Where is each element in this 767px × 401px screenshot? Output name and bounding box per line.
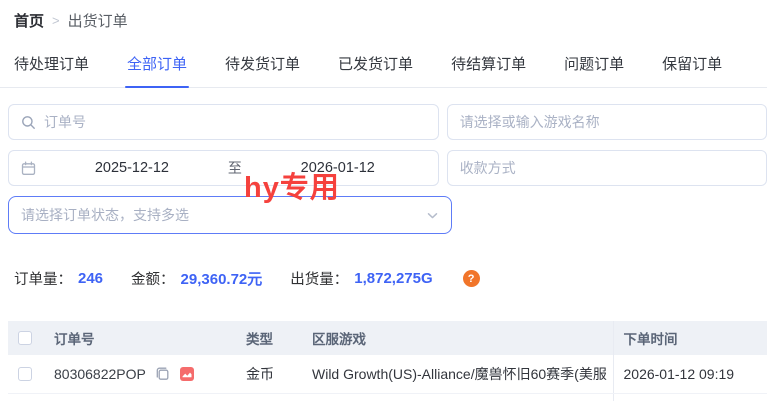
copy-icon[interactable] (155, 366, 170, 381)
tab-to-settle[interactable]: 待结算订单 (451, 53, 526, 87)
game-server-value: Wild Growth(US)-Alliance/魔兽怀旧60赛季(美服 (302, 393, 613, 401)
order-no-input[interactable] (44, 114, 426, 130)
date-start-value[interactable]: 2025-12-12 (44, 160, 220, 176)
order-type-value: 金币 (236, 355, 302, 393)
breadcrumb-home[interactable]: 首页 (14, 10, 44, 31)
order-time-value: 2026-01-12 09:19 (613, 355, 767, 393)
game-name-input[interactable] (460, 114, 754, 130)
order-tabs: 待处理订单 全部订单 待发货订单 已发货订单 待结算订单 问题订单 保留订单 (0, 31, 767, 88)
order-status-select[interactable]: 请选择订单状态，支持多选 (8, 196, 452, 234)
help-question-icon[interactable]: ? (463, 270, 480, 287)
stat-order-count-value: 246 (78, 270, 103, 287)
stat-amount-label: 金额： (131, 268, 175, 289)
search-icon (21, 115, 36, 130)
select-all-checkbox[interactable] (18, 331, 32, 345)
order-no-value: 80306822POP (54, 366, 146, 382)
summary-stats: 订单量： 246 金额： 29,360.72元 出货量： 1,872,275G … (14, 268, 767, 289)
stat-order-count-label: 订单量： (14, 268, 72, 289)
stat-amount: 金额： 29,360.72元 (131, 268, 262, 289)
date-range-separator: 至 (220, 158, 250, 178)
orders-table: 订单号 类型 区服游戏 下单时间 80306822POP (8, 321, 767, 401)
stat-volume: 出货量： 1,872,275G (290, 268, 432, 289)
col-header-order-no: 订单号 (44, 321, 236, 355)
filter-panel: 2025-12-12 至 2026-01-12 请选择订单状态，支持多选 (8, 104, 767, 234)
payment-method-input[interactable] (460, 160, 754, 176)
order-status-placeholder: 请选择订单状态，支持多选 (21, 205, 189, 225)
order-no-field (8, 104, 439, 140)
table-header-row: 订单号 类型 区服游戏 下单时间 (8, 321, 767, 355)
calendar-icon (21, 161, 36, 176)
tab-problem[interactable]: 问题订单 (564, 53, 624, 87)
breadcrumb: 首页 > 出货订单 (0, 0, 767, 31)
order-type-value: 金币 (236, 393, 302, 401)
breadcrumb-separator-icon: > (52, 13, 60, 28)
tab-shipped[interactable]: 已发货订单 (338, 53, 413, 87)
red-screenshot-icon[interactable] (179, 366, 195, 382)
col-header-game: 区服游戏 (302, 321, 613, 355)
date-range-picker[interactable]: 2025-12-12 至 2026-01-12 (8, 150, 439, 186)
stat-amount-value: 29,360.72元 (181, 268, 263, 289)
game-server-value: Wild Growth(US)-Alliance/魔兽怀旧60赛季(美服 (302, 355, 613, 393)
tab-to-ship[interactable]: 待发货订单 (225, 53, 300, 87)
date-end-value[interactable]: 2026-01-12 (250, 160, 426, 176)
game-name-field (447, 104, 767, 140)
orders-page: 首页 > 出货订单 待处理订单 全部订单 待发货订单 已发货订单 待结算订单 问… (0, 0, 767, 401)
stat-volume-label: 出货量： (290, 268, 348, 289)
col-header-type: 类型 (236, 321, 302, 355)
payment-method-field (447, 150, 767, 186)
tab-pending[interactable]: 待处理订单 (14, 53, 89, 87)
tab-reserved[interactable]: 保留订单 (662, 53, 722, 87)
table-row: 80306199POP 金币 Wild Growth(US)-Alliance/… (8, 393, 767, 401)
breadcrumb-current: 出货订单 (68, 10, 128, 31)
stat-order-count: 订单量： 246 (14, 268, 103, 289)
chevron-down-icon (426, 209, 439, 222)
row-checkbox[interactable] (18, 367, 32, 381)
col-header-time: 下单时间 (613, 321, 767, 355)
tab-all[interactable]: 全部订单 (127, 53, 187, 87)
order-time-value: 2026-01-11 21:14 (613, 393, 767, 401)
stat-volume-value: 1,872,275G (354, 270, 432, 287)
table-row: 80306822POP 金币 Wild Growth(US)-Alliance/… (8, 355, 767, 393)
